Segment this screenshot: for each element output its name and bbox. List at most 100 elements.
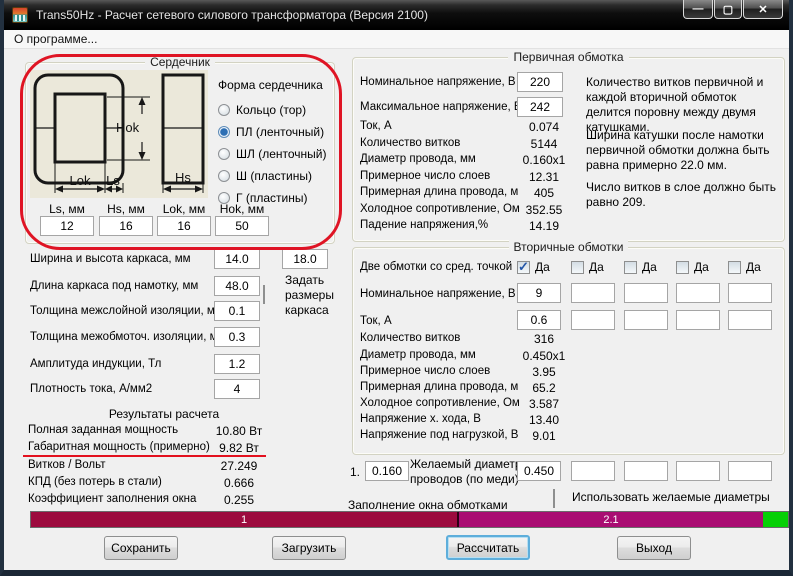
radio-icon <box>218 148 230 160</box>
sec-voltage-input-2[interactable] <box>571 283 615 303</box>
use-desired-checkbox[interactable] <box>553 489 555 508</box>
radio-shape-pl[interactable]: ПЛ (ленточный) <box>218 125 324 139</box>
result-value: 0.666 <box>223 476 255 490</box>
desired-input-4[interactable] <box>676 461 720 481</box>
center-tap-checkbox-2[interactable]: Да <box>571 260 604 274</box>
close-icon: ✕ <box>758 3 768 16</box>
sec-current-input-5[interactable] <box>728 310 772 330</box>
core-group-title: Сердечник <box>26 55 334 69</box>
result-value: 27.249 <box>220 459 258 473</box>
secondary-stat-value: 3.95 <box>532 365 556 379</box>
hok-input[interactable] <box>215 216 269 236</box>
center-tap-checkbox-4[interactable]: Да <box>676 260 709 274</box>
center-tap-checkbox-5[interactable]: Да <box>728 260 761 274</box>
da-label: Да <box>746 260 761 274</box>
desired-input-1[interactable] <box>517 461 561 481</box>
da-label: Да <box>589 260 604 274</box>
sec-voltage-input-3[interactable] <box>624 283 668 303</box>
result-value: 9.82 Вт <box>219 441 259 455</box>
maximize-button[interactable]: ▢ <box>714 0 742 19</box>
save-button[interactable]: Сохранить <box>104 536 178 560</box>
dim-label-ls: Ls <box>106 173 120 188</box>
radio-label: Ш (пластины) <box>236 169 312 183</box>
exit-button[interactable]: Выход <box>617 536 691 560</box>
dim-field-label-ls: Ls, мм <box>49 202 85 216</box>
max-voltage-input[interactable] <box>517 97 563 117</box>
param-label: Амплитуда индукции, Тл <box>30 358 162 370</box>
secondary-stat-value: 13.40 <box>528 413 560 427</box>
result-label: Коэффициент заполнения окна <box>28 493 197 505</box>
primary-field-label: Максимальное напряжение, В <box>360 101 522 113</box>
minimize-icon: — <box>692 3 704 15</box>
sec-voltage-input-1[interactable] <box>517 283 561 303</box>
menu-item-about[interactable]: О программе... <box>10 32 101 46</box>
primary-stat-value: 5144 <box>530 137 558 151</box>
induction-input[interactable] <box>214 354 260 374</box>
param-label: Толщина межслойной изоляции, мм <box>30 305 223 317</box>
primary-stat-label: Примерная длина провода, м <box>360 186 519 198</box>
primary-note: Число витков в слое должно быть равно 20… <box>586 180 777 209</box>
checkbox-icon <box>728 260 741 274</box>
primary-stat-value: 0.160x1 <box>522 153 566 167</box>
secondary-stat-label: Примерная длина провода, м <box>360 381 519 393</box>
sec-current-input-3[interactable] <box>624 310 668 330</box>
fill-label: Заполнение окна обмотками <box>348 498 508 512</box>
primary-stat-label: Количество витков <box>360 137 461 149</box>
sec-current-input-4[interactable] <box>676 310 720 330</box>
secondary-current-label: Ток, А <box>360 315 392 327</box>
center-tap-label: Две обмотки со сред. точкой <box>360 261 513 273</box>
secondary-stat-value: 3.587 <box>528 397 560 411</box>
frame-length-input[interactable] <box>214 276 260 296</box>
secondary-stat-label: Примерное число слоев <box>360 365 491 377</box>
sec-voltage-input-4[interactable] <box>676 283 720 303</box>
load-button[interactable]: Загрузить <box>272 536 346 560</box>
sec-current-input-2[interactable] <box>571 310 615 330</box>
param-label: Плотность тока, А/мм2 <box>30 383 153 395</box>
center-tap-checkbox-1[interactable]: Да <box>517 259 550 275</box>
da-label: Да <box>642 260 657 274</box>
result-label: Витков / Вольт <box>28 459 106 471</box>
secondary-stat-label: Напряжение х. хода, В <box>360 413 481 425</box>
desired-input-5[interactable] <box>728 461 772 481</box>
window-title: Trans50Hz - Расчет сетевого силового тра… <box>36 8 428 22</box>
frame-size-checkbox[interactable] <box>263 285 265 304</box>
interwinding-insulation-input[interactable] <box>214 327 260 347</box>
fill-segment-3 <box>763 512 788 527</box>
sec-voltage-input-5[interactable] <box>728 283 772 303</box>
radio-label: Кольцо (тор) <box>236 103 307 117</box>
hs-input[interactable] <box>99 216 153 236</box>
center-tap-checkbox-3[interactable]: Да <box>624 260 657 274</box>
checkbox-icon <box>676 260 689 274</box>
radio-shape-shl[interactable]: ШЛ (ленточный) <box>218 147 326 161</box>
current-density-input[interactable] <box>214 379 260 399</box>
da-label: Да <box>694 260 709 274</box>
nominal-voltage-input[interactable] <box>517 72 563 92</box>
primary-stat-value: 14.19 <box>528 219 560 233</box>
lok-input[interactable] <box>157 216 211 236</box>
secondary-stat-label: Холодное сопротивление, Ом <box>360 397 520 409</box>
radio-shape-ring[interactable]: Кольцо (тор) <box>218 103 306 117</box>
desired-index-input[interactable] <box>365 461 409 481</box>
radio-shape-sh[interactable]: Ш (пластины) <box>218 169 312 183</box>
result-value: 10.80 Вт <box>215 424 263 438</box>
result-label: Габаритная мощность (примерно) <box>28 441 210 453</box>
annotation-underline <box>23 455 266 457</box>
close-button[interactable]: ✕ <box>743 0 783 19</box>
ls-input[interactable] <box>40 216 94 236</box>
dim-field-label-hok: Hok, мм <box>219 202 265 216</box>
checkbox-icon <box>263 285 265 304</box>
calculate-button[interactable]: Рассчитать <box>446 535 530 560</box>
minimize-button[interactable]: — <box>683 0 713 19</box>
checkbox-icon <box>517 259 530 275</box>
desired-input-3[interactable] <box>624 461 668 481</box>
desired-input-2[interactable] <box>571 461 615 481</box>
result-label: КПД (без потерь в стали) <box>28 476 162 488</box>
interlayer-insulation-input[interactable] <box>214 301 260 321</box>
primary-stat-value: 405 <box>533 186 555 200</box>
primary-stat-label: Ток, А <box>360 120 392 132</box>
sec-current-input-1[interactable] <box>517 310 561 330</box>
primary-stat-label: Примерное число слоев <box>360 170 491 182</box>
frame-height-input[interactable] <box>282 249 328 269</box>
secondary-stat-label: Напряжение под нагрузкой, В <box>360 429 519 441</box>
frame-width-input[interactable] <box>214 249 260 269</box>
